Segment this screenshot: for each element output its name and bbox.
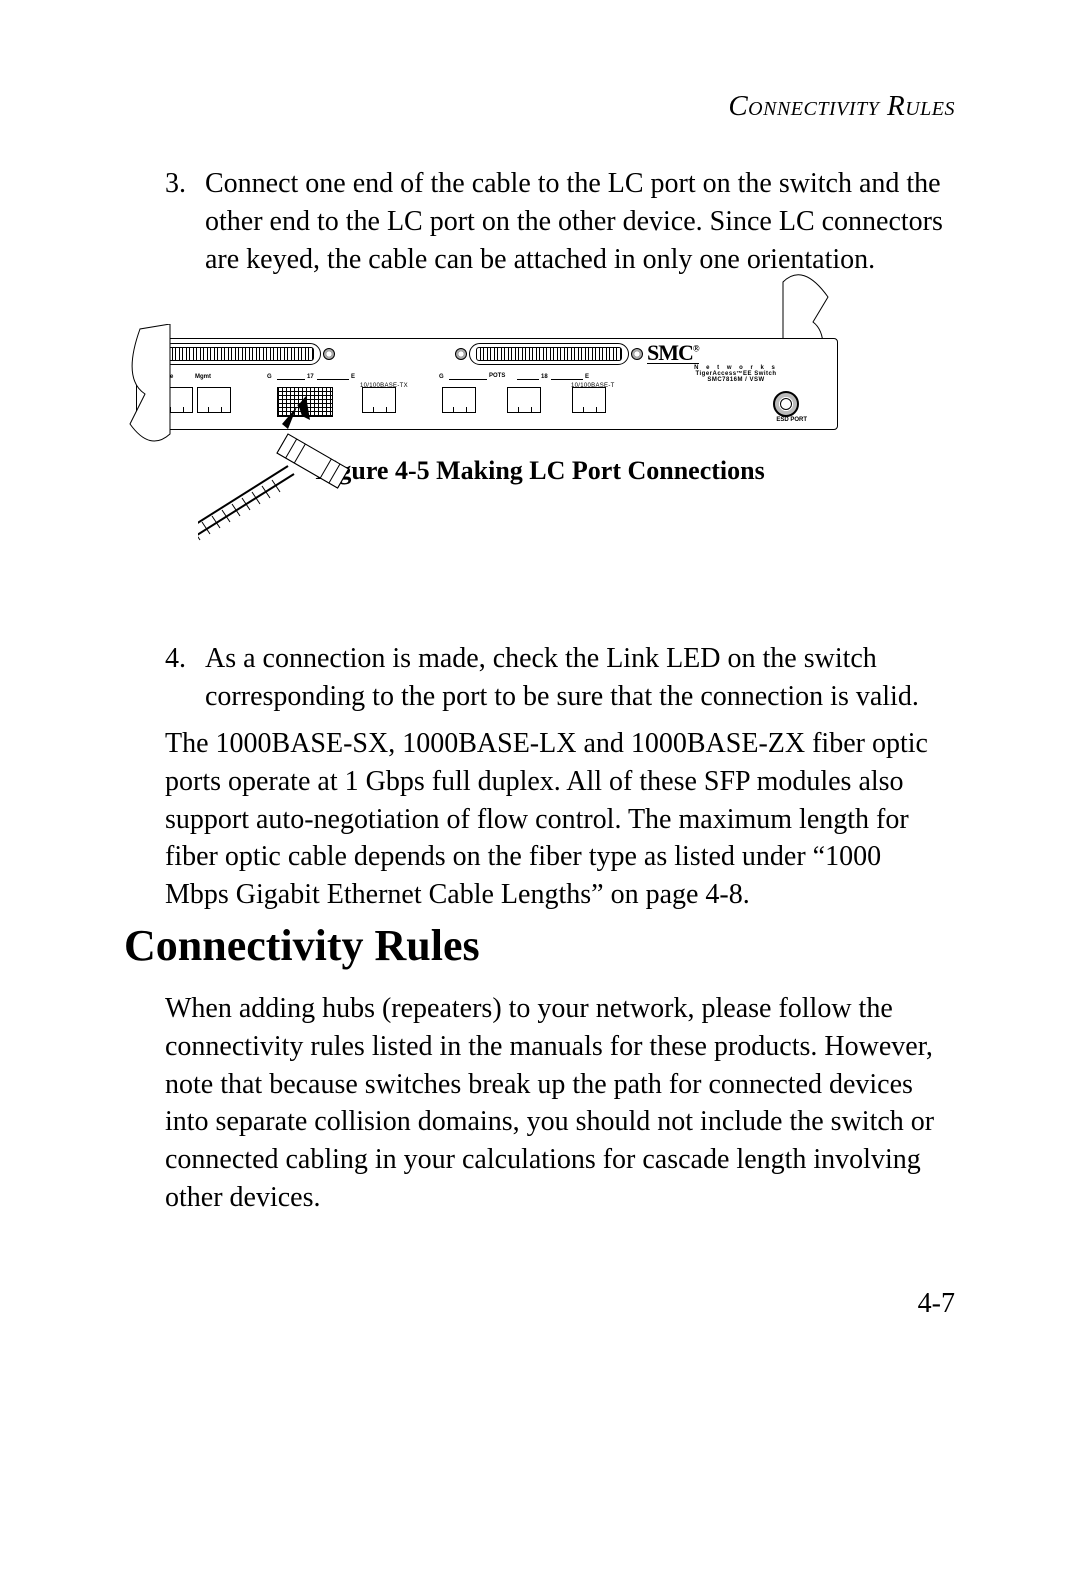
screw-icon xyxy=(455,348,467,360)
screw-icon xyxy=(323,348,335,360)
step-number: 4. xyxy=(165,640,205,716)
label-e2: E xyxy=(585,374,589,380)
label-eth2: 10/100BASE-T xyxy=(571,383,615,389)
label-18: 18 xyxy=(541,374,548,380)
esd-port-icon xyxy=(773,391,799,417)
step-number: 3. xyxy=(165,165,205,278)
figure-4-5: Line Mgmt G 17 E G POTS 18 E 10/100BASE-… xyxy=(130,298,950,486)
step-4: 4. As a connection is made, check the Li… xyxy=(165,640,950,716)
rj45-port xyxy=(442,387,476,413)
rj45-port xyxy=(572,387,606,413)
section-heading: Connectivity Rules xyxy=(124,920,480,971)
screw-icon xyxy=(631,348,643,360)
running-head: Connectivity Rules xyxy=(728,90,955,123)
label-17: 17 xyxy=(307,374,314,380)
lc-cable-icon xyxy=(198,394,418,514)
arrow-line xyxy=(277,379,305,380)
paragraph-rules: When adding hubs (repeaters) to your net… xyxy=(165,990,955,1217)
label-esd: ESD PORT xyxy=(776,417,807,423)
paragraph-sfp: The 1000BASE-SX, 1000BASE-LX and 1000BAS… xyxy=(165,725,950,914)
page-number: 4-7 xyxy=(918,1288,955,1320)
label-mgmt: Mgmt xyxy=(195,374,211,380)
arrow-line xyxy=(449,379,487,380)
rj45-port xyxy=(507,387,541,413)
arrow-line xyxy=(517,379,539,380)
label-pots: POTS xyxy=(489,373,505,379)
step-text: As a connection is made, check the Link … xyxy=(205,640,950,716)
smc-logo: SMC® xyxy=(647,343,699,364)
brand-block: SMC® N e t w o r k s TigerAccess™EE Swit… xyxy=(647,343,825,383)
label-g: G xyxy=(267,374,272,380)
label-eth: 10/100BASE-TX xyxy=(360,383,408,389)
arrow-line xyxy=(317,379,349,380)
page: Connectivity Rules 3. Connect one end of… xyxy=(0,0,1080,1570)
paper-edge-left-icon xyxy=(110,324,180,454)
label-g2: G xyxy=(439,374,444,380)
arrow-line xyxy=(551,379,583,380)
dsub-connector xyxy=(161,343,321,365)
label-e: E xyxy=(351,374,355,380)
dsub-connector xyxy=(469,343,629,365)
brand-line4: SMC7816M / VSW xyxy=(647,377,825,383)
